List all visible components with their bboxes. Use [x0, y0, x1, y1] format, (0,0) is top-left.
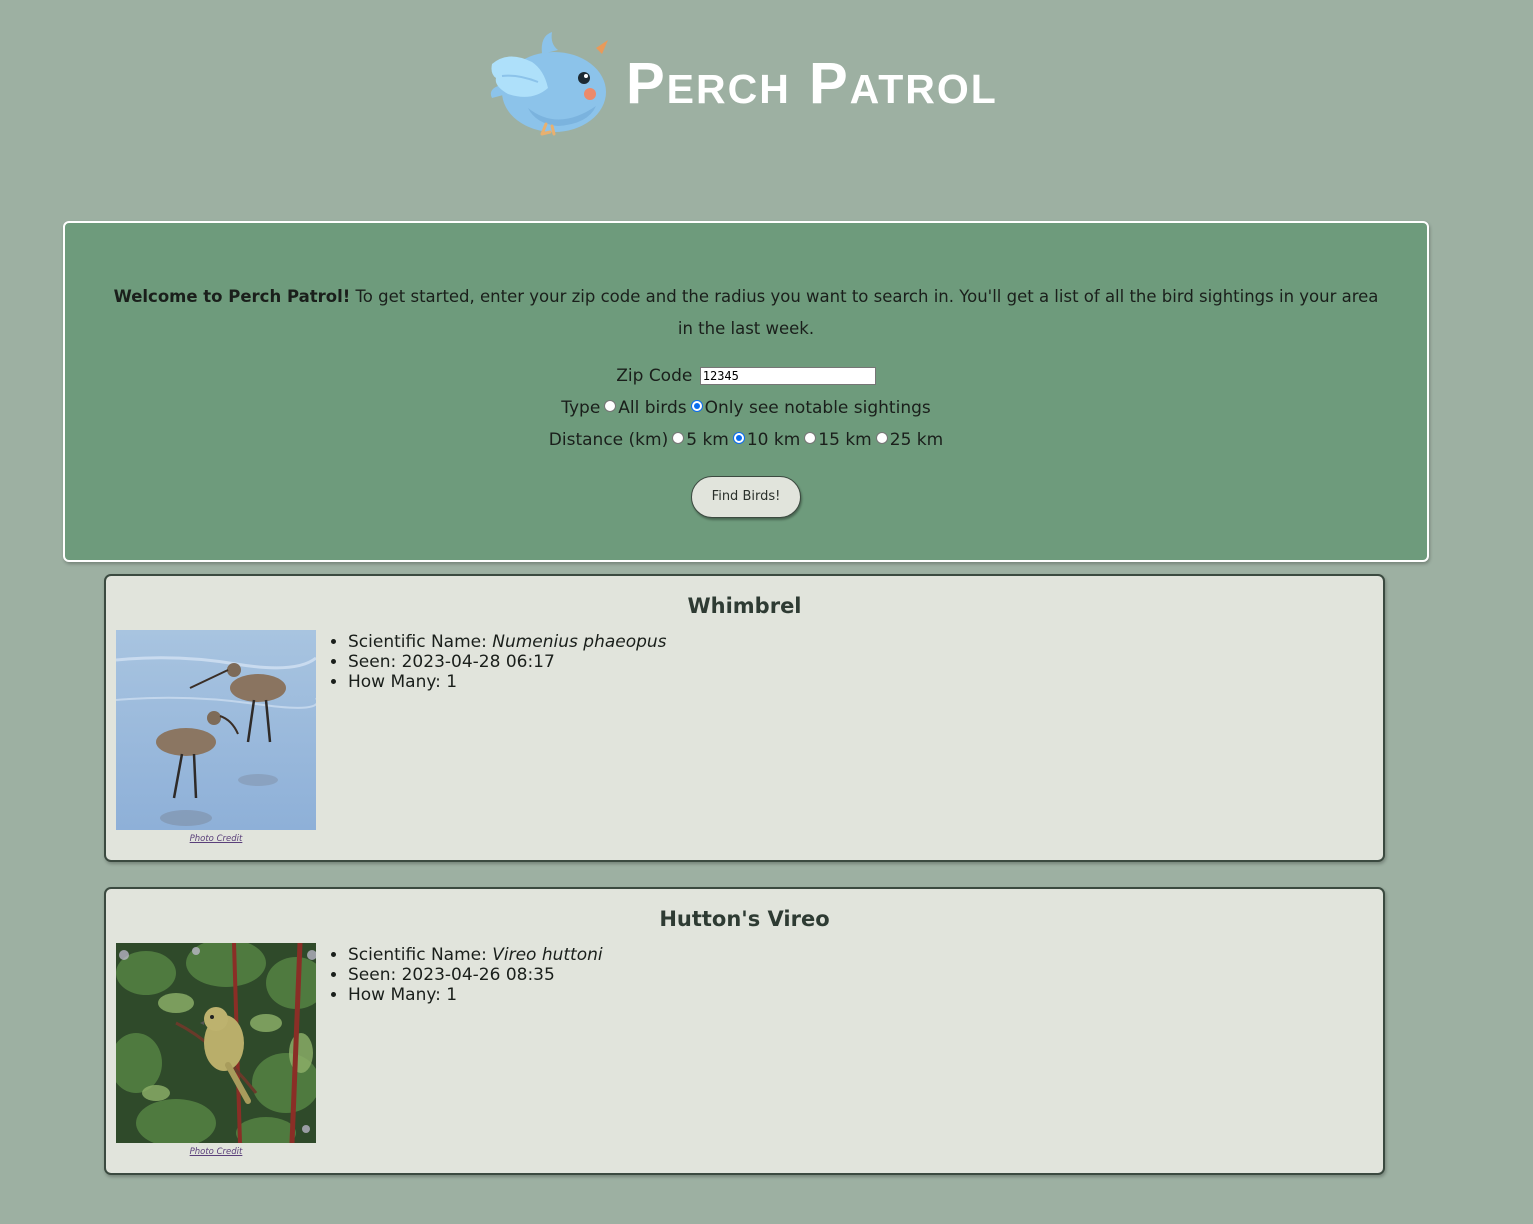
- bird-details-list: Scientific Name: Numenius phaeopus Seen:…: [326, 632, 667, 692]
- scientific-name-label: Scientific Name:: [348, 632, 493, 652]
- distance-15-radio[interactable]: [804, 432, 817, 444]
- type-all-label: All birds: [618, 398, 687, 418]
- seen-item: Seen: 2023-04-26 08:35: [348, 965, 603, 985]
- type-all-radio[interactable]: [604, 400, 617, 412]
- distance-25-radio[interactable]: [875, 432, 888, 444]
- bird-name: Whimbrel: [687, 594, 802, 618]
- scientific-name-value: Numenius phaeopus: [492, 632, 667, 652]
- bluebird-logo-icon: [490, 32, 608, 136]
- find-birds-button[interactable]: Find Birds!: [691, 476, 801, 518]
- distance-5-radio[interactable]: [672, 432, 685, 444]
- distance-row: Distance (km) 5 km 10 km 15 km 25 km: [65, 429, 1427, 451]
- welcome-text: To get started, enter your zip code and …: [350, 287, 1379, 338]
- type-label: Type: [561, 398, 601, 418]
- whimbrel-photo: [116, 630, 316, 830]
- bird-details-list: Scientific Name: Vireo huttoni Seen: 202…: [326, 945, 603, 1005]
- type-row: Type All birds Only see notable sightings: [65, 397, 1427, 419]
- photo-credit-link[interactable]: Photo Credit: [116, 834, 316, 844]
- scientific-name-value: Vireo huttoni: [492, 945, 603, 965]
- seen-item: Seen: 2023-04-28 06:17: [348, 652, 667, 672]
- distance-15-label: 15 km: [818, 430, 872, 450]
- search-panel: Welcome to Perch Patrol! To get started,…: [63, 221, 1429, 562]
- how-many-item: How Many: 1: [348, 985, 603, 1005]
- zip-label: Zip Code: [616, 366, 693, 386]
- distance-25-label: 25 km: [889, 430, 944, 450]
- distance-5-label: 5 km: [686, 430, 729, 450]
- scientific-name-item: Scientific Name: Vireo huttoni: [348, 945, 603, 965]
- scientific-name-item: Scientific Name: Numenius phaeopus: [348, 632, 667, 652]
- zip-input[interactable]: [699, 367, 876, 385]
- bird-card: Whimbrel Photo Credit Scientific Name: N…: [104, 574, 1385, 862]
- welcome-heading: Welcome to Perch Patrol!: [113, 287, 351, 306]
- site-title: Perch Patrol: [626, 51, 998, 116]
- bird-name: Hutton's Vireo: [659, 907, 830, 931]
- welcome-message: Welcome to Perch Patrol! To get started,…: [105, 281, 1387, 345]
- zip-row: Zip Code: [65, 365, 1427, 387]
- type-notable-label: Only see notable sightings: [704, 398, 931, 418]
- vireo-photo: [116, 943, 316, 1143]
- distance-label: Distance (km): [548, 430, 669, 450]
- bird-card: Hutton's Vireo Photo Credit • Scientific…: [104, 887, 1385, 1175]
- how-many-item: How Many: 1: [348, 672, 667, 692]
- distance-10-label: 10 km: [746, 430, 801, 450]
- type-notable-radio[interactable]: [690, 400, 703, 412]
- site-header: Perch Patrol: [0, 0, 1533, 150]
- distance-10-radio[interactable]: [732, 432, 745, 444]
- photo-credit-link[interactable]: Photo Credit: [116, 1147, 316, 1157]
- scientific-name-label: Scientific Name:: [348, 945, 493, 965]
